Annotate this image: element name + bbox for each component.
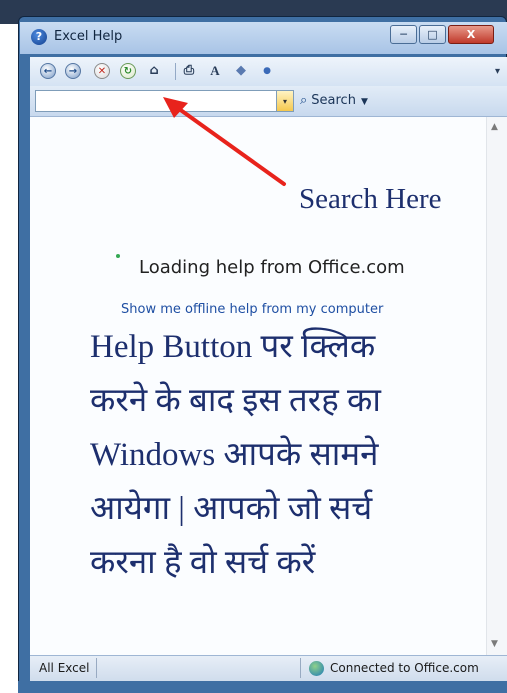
status-divider — [300, 658, 301, 678]
annotation-line: करना है वो सर्च करें — [90, 545, 316, 581]
annotation-line: Windows आपके सामने — [90, 437, 379, 473]
annotation-line: Help Button पर क्लिक — [90, 329, 376, 365]
status-divider — [96, 658, 97, 678]
hindi-instruction-annotation: Help Button पर क्लिक करने के बाद इस तरह … — [90, 320, 470, 590]
search-scope-label[interactable]: All Excel — [39, 661, 89, 675]
annotation-line: आयेगा | आपको जो सर्च — [90, 491, 373, 527]
window-frame-bottom — [18, 681, 507, 693]
search-here-callout: Search Here — [299, 183, 442, 215]
annotation-line: करने के बाद इस तरह का — [90, 383, 381, 419]
connection-status[interactable]: Connected to Office.com — [330, 661, 479, 675]
globe-icon — [309, 661, 324, 676]
